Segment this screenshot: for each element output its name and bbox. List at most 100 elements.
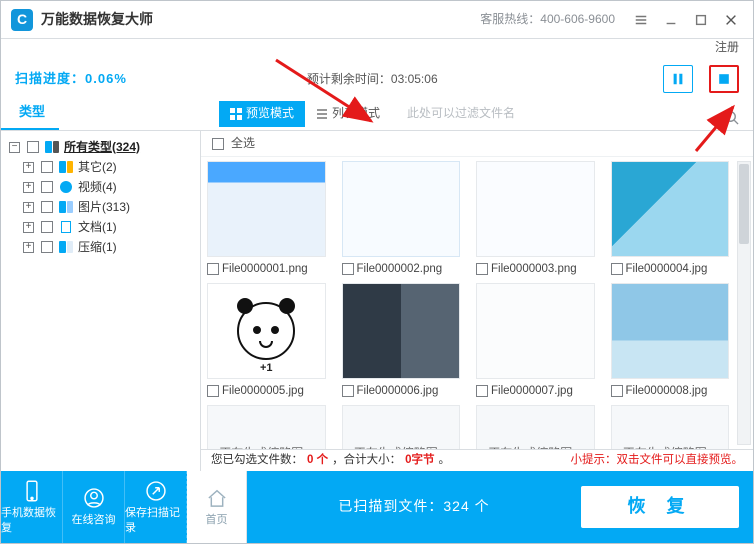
menu-icon[interactable] <box>627 7 655 33</box>
tree-item-label: 视频(4) <box>78 179 117 196</box>
thumbnail <box>611 283 730 379</box>
search-icon[interactable] <box>724 110 739 130</box>
file-item-loading: 正在生成缩略图... <box>476 405 595 449</box>
scan-progress: 扫描进度：0.06% <box>15 70 127 88</box>
file-checkbox[interactable] <box>476 263 488 275</box>
tab-type[interactable]: 类型 <box>1 97 59 130</box>
thumbnail <box>207 161 326 257</box>
bottom-online-support[interactable]: 在线咨询 <box>63 471 125 543</box>
file-checkbox[interactable] <box>207 385 219 397</box>
list-mode-button[interactable]: 列表模式 <box>305 101 391 127</box>
file-item[interactable]: +1 File0000005.jpg <box>207 283 326 399</box>
app-window: C 万能数据恢复大师 客服热线：400-606-9600 注册 扫描进度：0.0… <box>0 0 754 544</box>
type-zip-icon <box>58 240 74 254</box>
file-name: File0000007.jpg <box>491 383 573 399</box>
tree-item-image[interactable]: + 图片(313) <box>5 197 196 217</box>
checkbox[interactable] <box>41 201 53 213</box>
close-button[interactable] <box>717 7 745 33</box>
file-checkbox[interactable] <box>207 263 219 275</box>
hotline-label: 客服热线： <box>480 12 540 26</box>
scan-count-value: 324 个 <box>443 497 489 517</box>
eta: 预计剩余时间：03:05:06 <box>307 71 438 88</box>
collapse-icon[interactable]: − <box>9 142 20 153</box>
expand-icon[interactable]: + <box>23 162 34 173</box>
expand-icon[interactable]: + <box>23 222 34 233</box>
expand-icon[interactable]: + <box>23 242 34 253</box>
checkbox[interactable] <box>41 241 53 253</box>
file-checkbox[interactable] <box>342 385 354 397</box>
tree-item-zip[interactable]: + 压缩(1) <box>5 237 196 257</box>
tree-root-label: 所有类型(324) <box>64 139 140 156</box>
thumbnail <box>342 283 461 379</box>
file-name: File0000003.png <box>491 261 577 277</box>
scan-count-label: 已扫描到文件： <box>338 497 443 517</box>
filter-input[interactable] <box>405 102 555 126</box>
file-item[interactable]: File0000004.jpg <box>611 161 730 277</box>
thumbnail-grid: File0000001.png File0000002.png File0000… <box>201 157 753 449</box>
stop-button[interactable] <box>709 65 739 93</box>
checkbox[interactable] <box>41 181 53 193</box>
eta-label: 预计剩余时间： <box>307 72 391 86</box>
pause-button[interactable] <box>663 65 693 93</box>
status-tip: 小提示：双击文件可以直接预览。 <box>571 452 744 468</box>
computer-icon <box>44 140 60 154</box>
checkbox[interactable] <box>41 161 53 173</box>
file-item[interactable]: File0000006.jpg <box>342 283 461 399</box>
bottom-phone-recovery[interactable]: 手机数据恢复 <box>1 471 63 543</box>
hotline-number: 400-606-9600 <box>540 12 615 26</box>
minimize-button[interactable] <box>657 7 685 33</box>
file-checkbox[interactable] <box>342 263 354 275</box>
file-name: File0000001.png <box>222 261 308 277</box>
file-item[interactable]: File0000003.png <box>476 161 595 277</box>
select-all-label: 全选 <box>231 135 255 152</box>
register-link[interactable]: 注册 <box>1 39 753 61</box>
bottom-label: 首页 <box>206 513 228 528</box>
tree-item-doc[interactable]: + 文档(1) <box>5 217 196 237</box>
file-checkbox[interactable] <box>611 263 623 275</box>
file-name: File0000006.jpg <box>357 383 439 399</box>
scrollbar-thumb[interactable] <box>739 164 749 244</box>
expand-icon[interactable]: + <box>23 182 34 193</box>
vertical-scrollbar[interactable] <box>737 161 751 445</box>
toolbar: 类型 预览模式 列表模式 <box>1 97 753 131</box>
status-text: ，合计大小： <box>332 452 401 468</box>
thumbnail <box>611 161 730 257</box>
select-all-checkbox[interactable] <box>212 138 224 150</box>
eta-value: 03:05:06 <box>391 72 438 86</box>
tree-root[interactable]: − 所有类型(324) <box>5 137 196 157</box>
bottom-home[interactable]: 首页 <box>187 471 247 543</box>
tree-item-label: 其它(2) <box>78 159 117 176</box>
tree-item-label: 图片(313) <box>78 199 130 216</box>
tree-item-other[interactable]: + 其它(2) <box>5 157 196 177</box>
file-item[interactable]: File0000008.jpg <box>611 283 730 399</box>
file-checkbox[interactable] <box>476 385 488 397</box>
checkbox[interactable] <box>27 141 39 153</box>
tree-panel: − 所有类型(324) + 其它(2) + 视频(4) + <box>1 131 201 471</box>
bottom-save-scan[interactable]: 保存扫描记录 <box>125 471 187 543</box>
scan-label: 扫描进度： <box>15 71 85 86</box>
hotline: 客服热线：400-606-9600 <box>480 11 615 28</box>
bottom-label: 手机数据恢复 <box>1 506 62 537</box>
status-size: 0字节 <box>405 452 434 468</box>
file-name: File0000008.jpg <box>626 383 708 399</box>
bottom-label: 保存扫描记录 <box>125 506 186 537</box>
file-item[interactable]: File0000001.png <box>207 161 326 277</box>
file-checkbox[interactable] <box>611 385 623 397</box>
file-item[interactable]: File0000007.jpg <box>476 283 595 399</box>
select-all-row[interactable]: 全选 <box>201 131 753 157</box>
tree-item-video[interactable]: + 视频(4) <box>5 177 196 197</box>
status-count: 0 个 <box>307 452 328 468</box>
app-title: 万能数据恢复大师 <box>41 10 153 30</box>
content-panel: 全选 File0000001.png File0000002.png F <box>201 131 753 471</box>
preview-mode-button[interactable]: 预览模式 <box>219 101 305 127</box>
status-bar: 您已勾选文件数： 0 个 ，合计大小： 0字节 。 小提示：双击文件可以直接预览… <box>201 449 753 471</box>
file-item[interactable]: File0000002.png <box>342 161 461 277</box>
expand-icon[interactable]: + <box>23 202 34 213</box>
loading-text: 正在生成缩略图... <box>476 405 595 449</box>
checkbox[interactable] <box>41 221 53 233</box>
thumbnail <box>342 161 461 257</box>
preview-mode-label: 预览模式 <box>246 105 294 122</box>
recover-button[interactable]: 恢 复 <box>581 486 739 528</box>
maximize-button[interactable] <box>687 7 715 33</box>
type-doc-icon <box>58 220 74 234</box>
